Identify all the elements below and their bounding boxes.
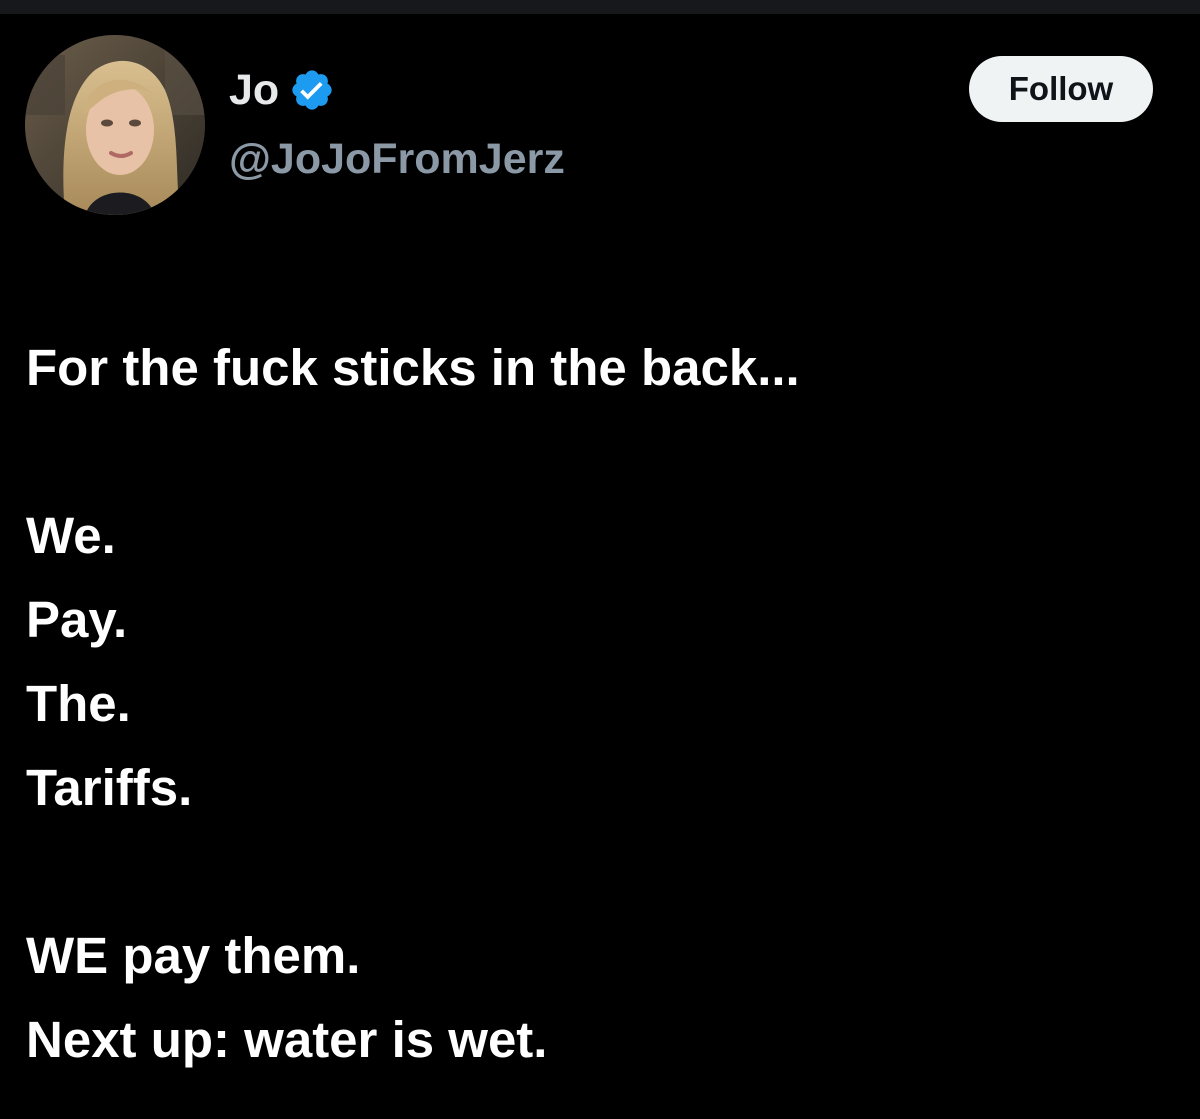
avatar-image xyxy=(25,35,205,215)
post-line: For the fuck sticks in the back... xyxy=(26,339,800,396)
post-line: We. xyxy=(26,507,116,564)
display-name[interactable]: Jo xyxy=(229,68,279,112)
post-header: Jo @JoJoFromJerz Follow xyxy=(0,0,1200,260)
follow-button[interactable]: Follow xyxy=(969,56,1153,122)
avatar[interactable] xyxy=(25,35,205,215)
verified-badge-icon[interactable] xyxy=(289,67,335,113)
post-line: Next up: water is wet. xyxy=(26,1011,548,1068)
user-handle[interactable]: @JoJoFromJerz xyxy=(229,138,565,181)
post-line: WE pay them. xyxy=(26,927,361,984)
post-text: For the fuck sticks in the back... We. P… xyxy=(26,326,1176,1082)
display-name-row: Jo xyxy=(229,62,335,118)
post-line: Tariffs. xyxy=(26,759,193,816)
post-blank-line xyxy=(26,410,1176,494)
post-line: The. xyxy=(26,675,131,732)
post-line: Pay. xyxy=(26,591,128,648)
post-blank-line xyxy=(26,830,1176,914)
